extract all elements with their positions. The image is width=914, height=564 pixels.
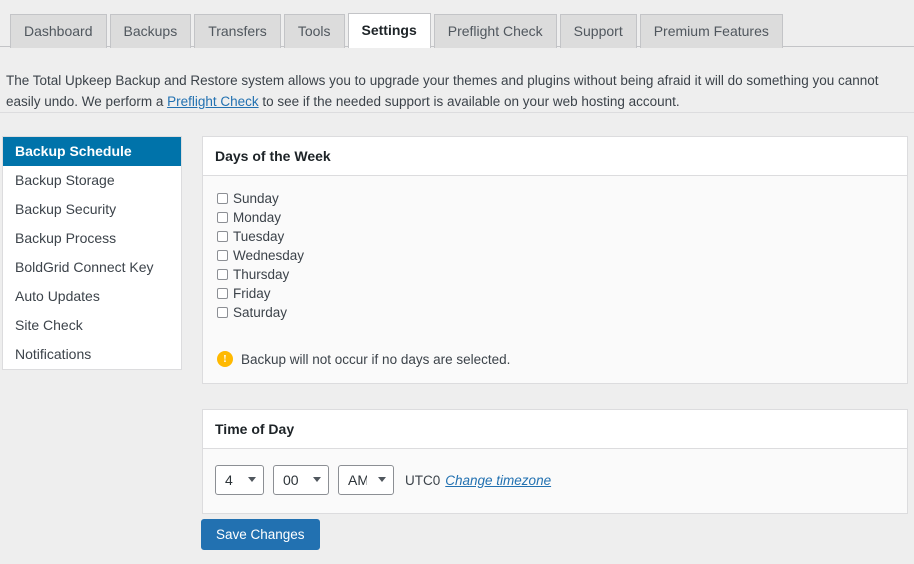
sidebar-item-site-check[interactable]: Site Check	[3, 311, 181, 340]
checkbox-saturday[interactable]	[217, 307, 228, 318]
tab-bar: Dashboard Backups Transfers Tools Settings Pr…	[0, 0, 914, 48]
sidebar-item-boldgrid-connect-key[interactable]: BoldGrid Connect Key	[3, 253, 181, 282]
time-panel-body: 123456789101112 00153045 AMPM UTC0 Chang…	[203, 449, 907, 513]
tab-backups[interactable]: Backups	[109, 14, 192, 48]
checkbox-monday[interactable]	[217, 212, 228, 223]
days-panel-title: Days of the Week	[203, 137, 907, 176]
hour-select[interactable]: 123456789101112	[215, 465, 264, 495]
tab-preflight-check[interactable]: Preflight Check	[433, 14, 557, 48]
timezone-label: UTC0	[405, 472, 441, 488]
time-of-day-panel: Time of Day 123456789101112 00153045 AMP…	[202, 409, 908, 514]
day-label: Thursday	[233, 267, 290, 282]
notice-text: Backup will not occur if no days are sel…	[241, 351, 511, 367]
minute-select[interactable]: 00153045	[273, 465, 329, 495]
settings-sidebar: Backup Schedule Backup Storage Backup Secu…	[2, 136, 182, 370]
day-label: Sunday	[233, 191, 279, 206]
days-checkbox-list: Sunday Monday Tuesday Wednesday Thursday Frid…	[215, 190, 895, 321]
day-row-wednesday[interactable]: Wednesday	[215, 247, 895, 264]
warning-icon: !	[217, 351, 233, 367]
day-row-friday[interactable]: Friday	[215, 285, 895, 302]
sidebar-item-backup-security[interactable]: Backup Security	[3, 195, 181, 224]
section-divider	[0, 112, 914, 113]
intro-text-after: to see if the needed support is availabl…	[258, 93, 680, 109]
sidebar-item-auto-updates[interactable]: Auto Updates	[3, 282, 181, 311]
tab-dashboard[interactable]: Dashboard	[10, 14, 107, 48]
day-label: Saturday	[233, 305, 288, 320]
save-changes-button[interactable]: Save Changes	[201, 519, 320, 550]
day-label: Friday	[233, 286, 271, 301]
meridiem-select-wrapper: AMPM	[338, 465, 403, 495]
preflight-check-link[interactable]: Preflight Check	[167, 94, 259, 109]
tab-tools[interactable]: Tools	[283, 14, 345, 48]
minute-select-wrapper: 00153045	[273, 465, 338, 495]
sidebar-item-backup-storage[interactable]: Backup Storage	[3, 166, 181, 195]
checkbox-friday[interactable]	[217, 288, 228, 299]
hour-select-wrapper: 123456789101112	[215, 465, 273, 495]
day-row-thursday[interactable]: Thursday	[215, 266, 895, 283]
day-row-sunday[interactable]: Sunday	[215, 190, 895, 207]
checkbox-sunday[interactable]	[217, 193, 228, 204]
change-timezone-link[interactable]: Change timezone	[445, 473, 551, 488]
day-row-tuesday[interactable]: Tuesday	[215, 228, 895, 245]
sidebar-item-backup-process[interactable]: Backup Process	[3, 224, 181, 253]
day-label: Wednesday	[233, 248, 305, 263]
checkbox-wednesday[interactable]	[217, 250, 228, 261]
tab-transfers[interactable]: Transfers	[194, 14, 281, 48]
day-label: Monday	[233, 210, 282, 225]
sidebar-item-backup-schedule[interactable]: Backup Schedule	[3, 137, 181, 166]
checkbox-tuesday[interactable]	[217, 231, 228, 242]
tab-support[interactable]: Support	[559, 14, 637, 48]
time-controls-row: 123456789101112 00153045 AMPM UTC0 Chang…	[215, 463, 895, 497]
time-panel-title: Time of Day	[203, 410, 907, 449]
intro-paragraph: The Total Upkeep Backup and Restore syst…	[0, 70, 900, 112]
meridiem-select[interactable]: AMPM	[338, 465, 394, 495]
days-panel-body: Sunday Monday Tuesday Wednesday Thursday Frid…	[203, 176, 907, 383]
no-days-selected-notice: ! Backup will not occur if no days are s…	[217, 351, 895, 367]
checkbox-thursday[interactable]	[217, 269, 228, 280]
day-row-saturday[interactable]: Saturday	[215, 304, 895, 321]
tab-settings[interactable]: Settings	[347, 13, 431, 48]
days-of-the-week-panel: Days of the Week Sunday Monday Tuesday Wedn…	[202, 136, 908, 384]
tab-premium-features[interactable]: Premium Features	[639, 14, 783, 48]
sidebar-item-notifications[interactable]: Notifications	[3, 340, 181, 369]
day-row-monday[interactable]: Monday	[215, 209, 895, 226]
day-label: Tuesday	[233, 229, 285, 244]
